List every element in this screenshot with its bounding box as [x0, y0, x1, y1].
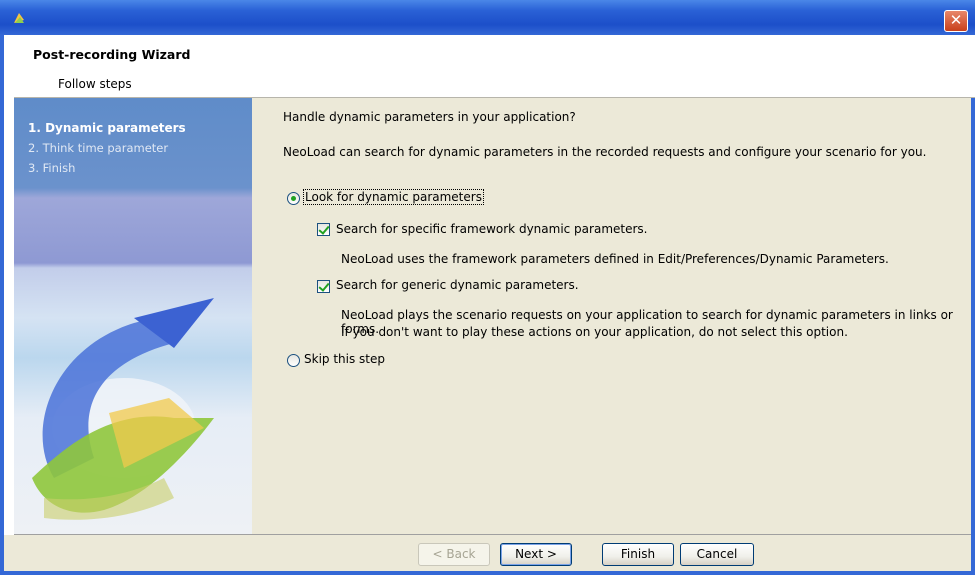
skip-this-step-label[interactable]: Skip this step — [304, 352, 385, 366]
next-button[interactable]: Next > — [500, 543, 572, 566]
wizard-arrow-graphic — [32, 298, 214, 520]
cancel-button[interactable]: Cancel — [680, 543, 754, 566]
framework-parameters-description: NeoLoad uses the framework parameters de… — [341, 252, 889, 266]
question-text: Handle dynamic parameters in your applic… — [283, 110, 576, 124]
intro-text: NeoLoad can search for dynamic parameter… — [283, 145, 927, 159]
framework-parameters-label[interactable]: Search for specific framework dynamic pa… — [336, 222, 647, 236]
generic-parameters-checkbox[interactable] — [317, 280, 330, 293]
skip-this-step-radio[interactable] — [287, 354, 300, 367]
wizard-subtitle: Follow steps — [58, 77, 132, 91]
look-for-dynamic-parameters-radio[interactable] — [287, 192, 300, 205]
wizard-header: Post-recording Wizard Follow steps — [14, 35, 975, 97]
close-button[interactable]: ✕ — [944, 10, 968, 32]
footer-divider — [14, 534, 971, 535]
look-for-dynamic-parameters-label[interactable]: Look for dynamic parameters — [303, 189, 484, 205]
generic-parameters-description-2: If you don't want to play these actions … — [341, 325, 848, 339]
title-bar[interactable]: ✕ — [0, 0, 975, 35]
app-icon — [14, 13, 24, 23]
generic-parameters-label[interactable]: Search for generic dynamic parameters. — [336, 278, 579, 292]
finish-button[interactable]: Finish — [602, 543, 674, 566]
framework-parameters-checkbox[interactable] — [317, 223, 330, 236]
back-button[interactable]: < Back — [418, 543, 490, 566]
wizard-title: Post-recording Wizard — [33, 47, 191, 62]
